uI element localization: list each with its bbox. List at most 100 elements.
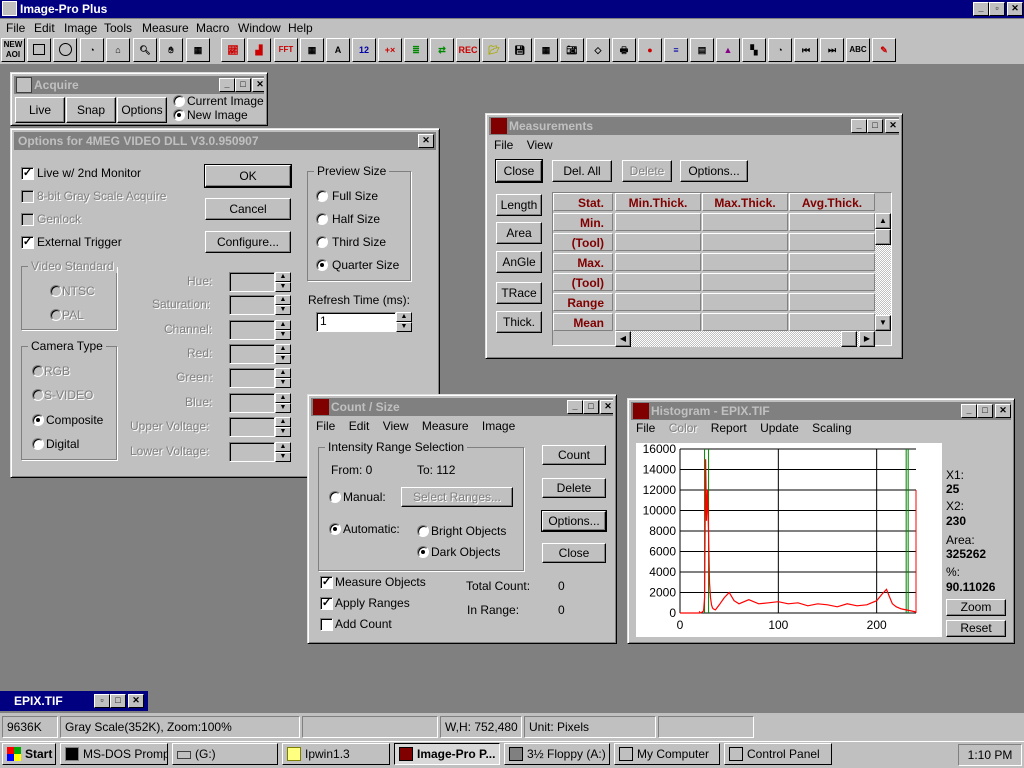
- menu-view[interactable]: View: [383, 419, 409, 433]
- apply-ranges-checkbox[interactable]: ✓: [320, 597, 333, 610]
- reset-button[interactable]: Reset: [946, 620, 1006, 637]
- vertical-scrollbar[interactable]: ▲ ▼: [875, 213, 891, 331]
- rectangle-tool-icon[interactable]: [27, 38, 51, 62]
- restore-icon[interactable]: ▫: [989, 2, 1005, 16]
- save-file-icon[interactable]: 💾︎: [508, 38, 532, 62]
- snap-button[interactable]: Snap: [66, 97, 116, 123]
- menu-edit[interactable]: Edit: [349, 419, 370, 433]
- thick-button[interactable]: Thick.: [496, 311, 542, 333]
- measure-objects-checkbox[interactable]: ✓: [320, 576, 333, 589]
- table-cell[interactable]: [702, 233, 788, 251]
- scroll-up-icon[interactable]: ▲: [875, 213, 891, 229]
- digital-radio[interactable]: [32, 438, 44, 450]
- close-icon[interactable]: ✕: [252, 78, 264, 92]
- taskbar-item-floppy[interactable]: 3½ Floppy (A:): [504, 743, 610, 765]
- plot-3d-icon[interactable]: ▲: [716, 38, 740, 62]
- bright-objects-radio[interactable]: [417, 525, 429, 537]
- scroll-right-icon[interactable]: ▶: [859, 331, 875, 347]
- trace-button[interactable]: TRace: [496, 282, 542, 304]
- third-size-radio[interactable]: [316, 236, 328, 248]
- external-trigger-checkbox[interactable]: ✓: [21, 236, 34, 249]
- table-cell[interactable]: [702, 313, 788, 331]
- color-bars-icon[interactable]: ≡: [664, 38, 688, 62]
- table-cell[interactable]: [789, 213, 875, 231]
- minimize-icon[interactable]: _: [567, 400, 583, 414]
- grid-tool-icon[interactable]: ▦: [186, 38, 210, 62]
- close-icon[interactable]: ✕: [600, 400, 613, 414]
- menu-file[interactable]: File: [494, 138, 513, 152]
- rotate-icon[interactable]: ◔: [768, 38, 792, 62]
- menu-image[interactable]: Image: [482, 419, 515, 433]
- close-icon[interactable]: ✕: [128, 694, 144, 708]
- menu-image[interactable]: Image: [64, 19, 97, 37]
- menu-window[interactable]: Window: [238, 19, 281, 37]
- table-cell[interactable]: [615, 253, 701, 271]
- close-button[interactable]: Close: [495, 159, 543, 183]
- menu-help[interactable]: Help: [288, 19, 313, 37]
- menu-view[interactable]: View: [527, 138, 553, 152]
- scroll-left-icon[interactable]: ◀: [615, 331, 631, 347]
- menu-file[interactable]: File: [316, 419, 335, 433]
- table-cell[interactable]: [789, 313, 875, 331]
- menu-measure[interactable]: Measure: [422, 419, 469, 433]
- close-button[interactable]: Close: [542, 543, 606, 563]
- menu-file[interactable]: File: [636, 421, 655, 435]
- table-icon[interactable]: ▦: [534, 38, 558, 62]
- record-button[interactable]: REC: [456, 38, 480, 62]
- table-cell[interactable]: [789, 253, 875, 271]
- close-icon[interactable]: ✕: [885, 119, 899, 133]
- table-cell[interactable]: [615, 213, 701, 231]
- color-palette-icon[interactable]: ●: [638, 38, 662, 62]
- menu-report[interactable]: Report: [711, 421, 747, 435]
- horizontal-scrollbar[interactable]: ◀ ▶: [615, 331, 875, 347]
- menu-measure[interactable]: Measure: [142, 19, 189, 37]
- maximize-icon[interactable]: □: [977, 404, 993, 418]
- close-icon[interactable]: ✕: [418, 134, 434, 148]
- layers-icon[interactable]: ≣: [404, 38, 428, 62]
- ellipse-tool-icon[interactable]: [53, 38, 77, 62]
- table-cell[interactable]: [615, 233, 701, 251]
- table-cell[interactable]: [702, 253, 788, 271]
- menu-file[interactable]: File: [6, 19, 25, 37]
- close-icon[interactable]: ✕: [995, 404, 1011, 418]
- menu-tools[interactable]: Tools: [104, 19, 132, 37]
- maximize-icon[interactable]: □: [235, 78, 251, 92]
- taskbar-item-drive-g[interactable]: (G:): [172, 743, 278, 765]
- histogram-chart[interactable]: 0 2000 4000 6000 8000 10000 12000 14000 16000 0 10…: [636, 443, 942, 637]
- add-count-checkbox[interactable]: [320, 618, 333, 631]
- new-image-radio[interactable]: [173, 109, 185, 121]
- maximize-icon[interactable]: □: [110, 694, 126, 708]
- hscroll-thumb[interactable]: [841, 331, 857, 347]
- options-button[interactable]: Options...: [680, 160, 748, 182]
- maximize-icon[interactable]: □: [867, 119, 883, 133]
- refresh-time-spinner[interactable]: ▲ ▼: [396, 312, 412, 332]
- ok-button[interactable]: OK: [204, 164, 292, 188]
- spell-check-button[interactable]: ABC: [846, 38, 870, 62]
- delete-button[interactable]: Delete: [542, 478, 606, 498]
- zoom-button[interactable]: Zoom: [946, 599, 1006, 616]
- table-cell[interactable]: [615, 313, 701, 331]
- automatic-radio[interactable]: [329, 523, 341, 535]
- cancel-button[interactable]: Cancel: [205, 198, 291, 220]
- live-button[interactable]: Live: [15, 97, 65, 123]
- table-cell[interactable]: [702, 213, 788, 231]
- taskbar-item-msdos[interactable]: MS-DOS Prompt: [60, 743, 168, 765]
- live-2nd-monitor-checkbox[interactable]: ✓: [21, 167, 34, 180]
- minimize-icon[interactable]: _: [851, 119, 867, 133]
- dark-objects-radio[interactable]: [417, 546, 429, 558]
- menu-update[interactable]: Update: [760, 421, 799, 435]
- polygon-tool-icon[interactable]: ⌂: [106, 38, 130, 62]
- taskbar-item-control-panel[interactable]: Control Panel: [724, 743, 832, 765]
- table-cell[interactable]: [615, 273, 701, 291]
- taskbar-item-imagepro[interactable]: Image-Pro P...: [394, 743, 500, 765]
- table-cell[interactable]: [615, 293, 701, 311]
- manual-radio[interactable]: [329, 491, 341, 503]
- area-button[interactable]: Area: [496, 222, 542, 244]
- bitmap-icon[interactable]: ▦: [300, 38, 324, 62]
- pencil-icon[interactable]: ✎: [872, 38, 896, 62]
- table-cell[interactable]: [702, 273, 788, 291]
- minimize-icon[interactable]: _: [219, 78, 235, 92]
- table-cell[interactable]: [789, 273, 875, 291]
- line-profile-icon[interactable]: 📈︎: [221, 38, 245, 62]
- menu-edit[interactable]: Edit: [34, 19, 55, 37]
